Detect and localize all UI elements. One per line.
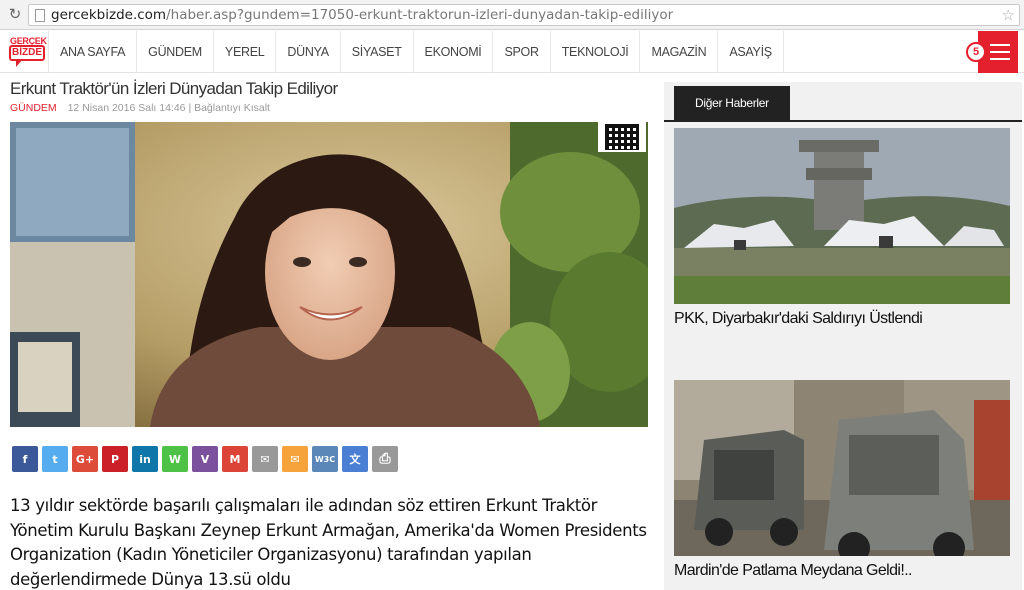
facebook-icon[interactable]: f	[12, 446, 38, 472]
pinterest-icon[interactable]: P	[102, 446, 128, 472]
reload-icon[interactable]: ↻	[6, 6, 24, 24]
qr-code-icon[interactable]	[598, 122, 646, 152]
w3c-icon[interactable]: W3C	[312, 446, 338, 472]
nav-item-ekonomi[interactable]: EKONOMİ	[414, 31, 494, 73]
news-card-image-2[interactable]	[674, 380, 1010, 556]
sidebar-tab[interactable]: Diğer Haberler	[674, 86, 790, 120]
browser-address-bar: ↻ gercekbizde.com/haber.asp?gundem=17050…	[0, 0, 1024, 30]
nav-item-dunya[interactable]: DÜNYA	[276, 31, 341, 73]
article-summary: 13 yıldır sektörde başarılı çalışmaları …	[10, 496, 647, 589]
mail-orange-icon[interactable]: ✉	[282, 446, 308, 472]
print-icon[interactable]: ⎙	[372, 446, 398, 472]
nav-item-gundem[interactable]: GÜNDEM	[137, 31, 214, 73]
nav-item-magazin[interactable]: MAGAZİN	[640, 31, 719, 73]
twitter-icon[interactable]: t	[42, 446, 68, 472]
notification-badge[interactable]: 5	[966, 42, 986, 62]
nav-item-teknoloji[interactable]: TEKNOLOJİ	[551, 31, 641, 73]
translate-icon[interactable]: 文	[342, 446, 368, 472]
url-text: gercekbizde.com/haber.asp?gundem=17050-e…	[51, 7, 674, 23]
nav-item-ana-sayfa[interactable]: ANA SAYFA	[48, 31, 138, 73]
meta-separator: |	[188, 102, 192, 114]
google-plus-icon[interactable]: G+	[72, 446, 98, 472]
gmail-icon[interactable]: M	[222, 446, 248, 472]
nav-item-asayis[interactable]: ASAYİŞ	[718, 31, 784, 73]
news-card-title-2[interactable]: Mardin'de Patlama Meydana Geldi!..	[674, 562, 913, 580]
bookmark-star-icon[interactable]: ☆	[1002, 6, 1015, 24]
linkedin-icon[interactable]: in	[132, 446, 158, 472]
page-icon	[35, 9, 45, 22]
article-meta: GÜNDEM 12 Nisan 2016 Salı 14:46 | Bağlan…	[10, 102, 270, 114]
news-card-title-1[interactable]: PKK, Diyarbakır'daki Saldırıyı Üstlendi	[674, 310, 923, 328]
viber-icon[interactable]: V	[192, 446, 218, 472]
share-bar: f t G+ P in W V M ✉ ✉ W3C 文 ⎙	[12, 446, 398, 472]
site-navbar: GERÇEK BİZDE ANA SAYFA GÜNDEM YEREL DÜNY…	[0, 31, 1024, 73]
whatsapp-icon[interactable]: W	[162, 446, 188, 472]
main-menu: ANA SAYFA GÜNDEM YEREL DÜNYA SİYASET EKO…	[48, 31, 784, 73]
article-title: Erkunt Traktör'ün İzleri Dünyadan Takip …	[10, 79, 338, 98]
sidebar-other-news: Diğer Haberler PKK, Diyarbakır'daki Sald…	[664, 82, 1022, 590]
email-icon[interactable]: ✉	[252, 446, 278, 472]
article-date: 12 Nisan 2016 Salı 14:46	[67, 102, 186, 114]
url-field[interactable]: gercekbizde.com/haber.asp?gundem=17050-e…	[28, 4, 1020, 26]
site-logo[interactable]: GERÇEK BİZDE	[6, 33, 50, 71]
nav-item-yerel[interactable]: YEREL	[214, 31, 277, 73]
nav-item-spor[interactable]: SPOR	[493, 31, 551, 73]
article-hero-image	[10, 122, 648, 427]
news-card-image-1[interactable]	[674, 128, 1010, 304]
article-category[interactable]: GÜNDEM	[10, 102, 57, 114]
nav-item-siyaset[interactable]: SİYASET	[341, 31, 414, 73]
short-link[interactable]: Bağlantıyı Kısalt	[194, 102, 270, 114]
